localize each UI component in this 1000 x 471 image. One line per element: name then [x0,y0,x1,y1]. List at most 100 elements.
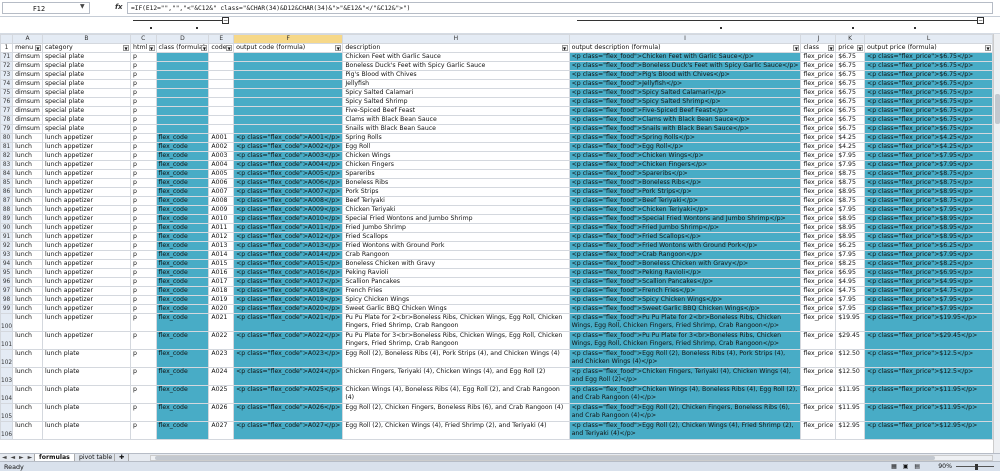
cell-h[interactable]: Boneless Duck's Feet with Spicy Garlic S… [342,61,570,71]
cell-i[interactable]: <p class="flex_food">Chicken Teriyaki</p… [568,205,802,215]
cell-k[interactable]: $7.95 [835,304,866,314]
cell-l[interactable]: <p class="flex_price">$7.95</p> [864,295,993,305]
cell-k[interactable]: $6.75 [835,106,866,116]
cell-i[interactable]: <p class="flex_food">Chicken Wings</p> [568,151,802,161]
cell-e[interactable]: A023 [208,349,235,368]
cell-a[interactable]: lunch [12,385,43,404]
cell-k[interactable]: $6.95 [835,268,866,278]
cell-i[interactable]: <p class="flex_food">Chicken Fingers</p> [568,160,802,170]
cell-d[interactable]: flex_code [155,250,210,260]
cell-c[interactable]: p [130,133,157,143]
filter-dropdown-icon[interactable]: ▼ [148,45,155,51]
row-number[interactable]: 97 [0,286,14,296]
header-cell-i[interactable]: output description (formula) ▼ [568,43,802,53]
cell-f[interactable]: <p class="flex_code">A006</p> [233,178,344,188]
cell-f[interactable]: <p class="flex_code">A011</p> [233,223,344,233]
cell-l[interactable]: <p class="flex_price">$8.75</p> [864,178,993,188]
row-number[interactable]: 95 [0,268,14,278]
cell-j[interactable]: flex_price [800,106,837,116]
cell-e[interactable]: A006 [208,178,235,188]
cell-k[interactable]: $6.75 [835,97,866,107]
cell-f[interactable]: <p class="flex_code">A020</p> [233,304,344,314]
cell-l[interactable]: <p class="flex_price">$7.95</p> [864,304,993,314]
view-mode-icons[interactable]: ▦ ▣ ▤ [891,463,922,470]
row-number[interactable]: 103 [0,367,14,386]
cell-j[interactable]: flex_price [800,277,837,287]
cell-k[interactable]: $8.75 [835,196,866,206]
cell-e[interactable] [208,70,235,80]
cell-d[interactable]: flex_code [155,304,210,314]
cell-h[interactable]: Fried Scallops [342,232,570,242]
cell-l[interactable]: <p class="flex_price">$6.75</p> [864,61,993,71]
cell-k[interactable]: $4.75 [835,286,866,296]
cell-l[interactable]: <p class="flex_price">$7.95</p> [864,151,993,161]
cell-h[interactable]: Spicy Salted Calamari [342,88,570,98]
cell-e[interactable]: A021 [208,313,235,332]
cell-e[interactable]: A007 [208,187,235,197]
cell-b[interactable]: lunch appetizer [41,313,132,332]
cell-j[interactable]: flex_price [800,385,837,404]
cell-f[interactable] [233,124,344,134]
cell-c[interactable]: p [130,52,157,62]
cell-j[interactable]: flex_price [800,196,837,206]
cell-f[interactable]: <p class="flex_code">A013</p> [233,241,344,251]
column-header-b[interactable]: B [41,34,132,44]
cell-k[interactable]: $8.95 [835,223,866,233]
cell-b[interactable]: lunch appetizer [41,178,132,188]
cell-i[interactable]: <p class="flex_food">Spicy Salted Shrimp… [568,97,802,107]
cell-e[interactable]: A019 [208,295,235,305]
cell-j[interactable]: flex_price [800,286,837,296]
cell-j[interactable]: flex_price [800,421,837,440]
cell-a[interactable]: lunch [12,349,43,368]
cell-l[interactable]: <p class="flex_price">$8.95</p> [864,223,993,233]
cell-i[interactable]: <p class="flex_food">Fried Jumbo Shrimp<… [568,223,802,233]
filter-dropdown-icon[interactable]: ▼ [828,45,835,51]
cell-d[interactable]: flex_code [155,196,210,206]
cell-k[interactable]: $6.75 [835,61,866,71]
cell-d[interactable]: flex_code [155,385,210,404]
cell-h[interactable]: Jellyfish [342,79,570,89]
filter-dropdown-icon[interactable]: ▼ [123,45,130,51]
tab-nav-arrows[interactable]: ◄ ◄ ► ► [2,454,33,461]
column-header-a[interactable]: A [12,34,43,44]
cell-f[interactable]: <p class="flex_code">A012</p> [233,232,344,242]
cell-i[interactable]: <p class="flex_food">Peking Ravioli</p> [568,268,802,278]
cell-k[interactable]: $8.95 [835,232,866,242]
cell-f[interactable]: <p class="flex_code">A023</p> [233,349,344,368]
cell-k[interactable]: $8.95 [835,187,866,197]
cell-l[interactable]: <p class="flex_price">$6.95</p> [864,268,993,278]
cell-d[interactable]: flex_code [155,331,210,350]
cell-h[interactable]: Snails with Black Bean Sauce [342,124,570,134]
cell-f[interactable]: <p class="flex_code">A003</p> [233,151,344,161]
cell-h[interactable]: French Fries [342,286,570,296]
row-number[interactable]: 104 [0,385,14,404]
cell-e[interactable] [208,79,235,89]
cell-e[interactable] [208,52,235,62]
cell-c[interactable]: p [130,151,157,161]
zoom-slider-knob[interactable] [975,464,978,470]
cell-l[interactable]: <p class="flex_price">$4.25</p> [864,133,993,143]
cell-l[interactable]: <p class="flex_price">$11.95</p> [864,385,993,404]
header-cell-h[interactable]: description ▼ [342,43,570,53]
cell-a[interactable]: lunch [12,214,43,224]
row-number[interactable]: 87 [0,196,14,206]
cell-e[interactable] [208,106,235,116]
cell-i[interactable]: <p class="flex_food">Pork Strips</p> [568,187,802,197]
cell-c[interactable]: p [130,223,157,233]
cell-f[interactable] [233,115,344,125]
cell-c[interactable]: p [130,88,157,98]
cell-i[interactable]: <p class="flex_food">Spring Rolls</p> [568,133,802,143]
cell-a[interactable]: lunch [12,178,43,188]
cell-e[interactable]: A009 [208,205,235,215]
cell-i[interactable]: <p class="flex_food">Egg Roll (2), Chick… [568,421,802,440]
row-number[interactable]: 93 [0,250,14,260]
cell-d[interactable]: flex_code [155,187,210,197]
cell-b[interactable]: lunch appetizer [41,259,132,269]
cell-e[interactable] [208,61,235,71]
cell-a[interactable]: lunch [12,295,43,305]
row-number[interactable]: 1 [0,43,14,53]
cell-a[interactable]: dimsum [12,79,43,89]
cell-f[interactable]: <p class="flex_code">A026</p> [233,403,344,422]
cell-j[interactable]: flex_price [800,304,837,314]
cell-e[interactable]: A004 [208,160,235,170]
